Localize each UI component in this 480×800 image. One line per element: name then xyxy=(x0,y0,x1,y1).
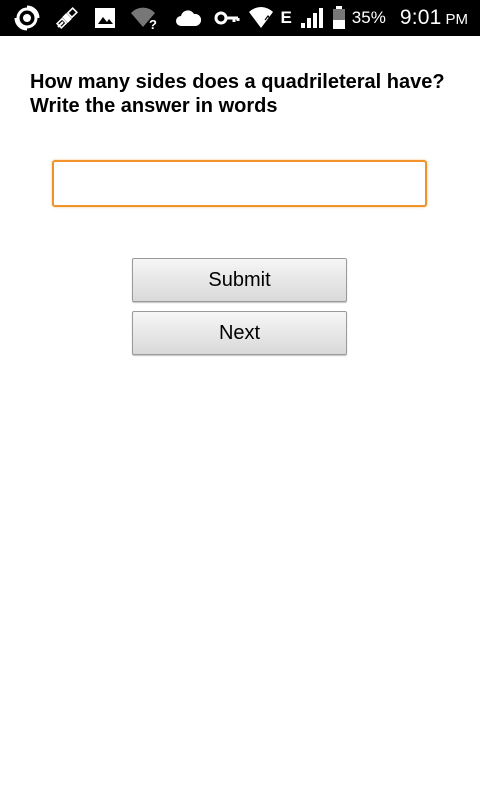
question-line-2: Write the answer in words xyxy=(30,95,278,117)
answer-input[interactable] xyxy=(52,160,427,207)
next-button[interactable]: Next xyxy=(132,311,347,355)
clock-time: 9:01 xyxy=(399,6,442,29)
battery-percent: 35% xyxy=(351,8,386,27)
submit-button[interactable]: Submit xyxy=(132,258,347,302)
battery-icon xyxy=(332,0,346,36)
sync-icon xyxy=(14,0,40,36)
svg-text:?: ? xyxy=(149,17,157,31)
wifi-icon xyxy=(248,0,274,36)
status-bar-notifications: ? xyxy=(14,0,216,36)
wifi-question-icon: ? xyxy=(130,0,160,36)
question-text: How many sides does a quadrileteral have… xyxy=(30,70,460,118)
clock-ampm: PM xyxy=(445,10,469,28)
question-line-1: How many sides does a quadrileteral have… xyxy=(30,71,445,93)
cloud-icon xyxy=(174,0,202,36)
key-icon xyxy=(214,0,240,36)
status-bar-system: E 35% 9:01 PM xyxy=(206,0,468,36)
satellite-icon xyxy=(54,0,80,36)
image-icon xyxy=(94,0,116,36)
network-type-label: E xyxy=(280,8,292,27)
signal-icon xyxy=(300,0,324,36)
status-bar: ? E 35% 9:01 PM xyxy=(0,0,480,36)
